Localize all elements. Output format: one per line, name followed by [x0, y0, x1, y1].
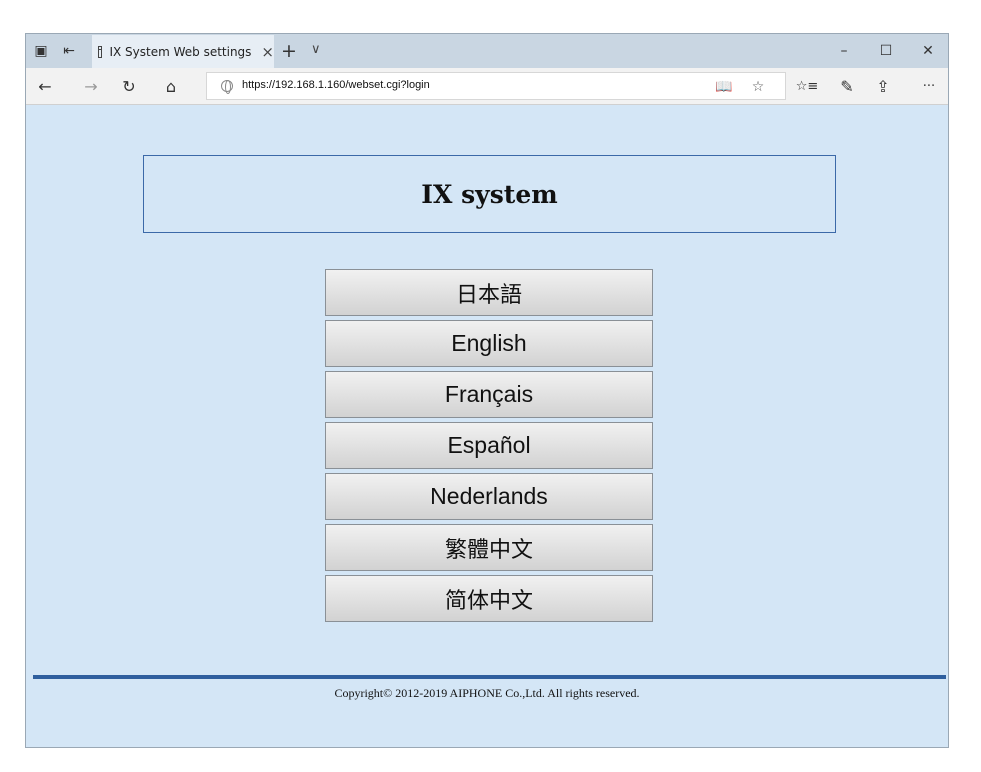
tab-bar: ▣ ⇤ IX System Web settings × + ∨ – ☐ ✕ [26, 34, 948, 69]
language-button-francais[interactable]: Français [325, 371, 653, 418]
language-button-traditional-chinese[interactable]: 繁體中文 [325, 524, 653, 571]
tab-title: IX System Web settings [109, 44, 252, 59]
maximize-button[interactable]: ☐ [870, 40, 902, 62]
favorite-star-icon[interactable]: ☆ [747, 76, 769, 98]
language-list: 日本語 English Français Español Nederlands … [325, 269, 653, 626]
pen-icon[interactable]: ✎ [834, 74, 860, 98]
header-box: IX system [143, 155, 836, 233]
url-text[interactable]: https://192.168.1.160/webset.cgi?login [242, 79, 430, 91]
back-arrow-icon[interactable]: ← [32, 74, 58, 98]
browser-window: ▣ ⇤ IX System Web settings × + ∨ – ☐ ✕ ←… [25, 33, 949, 748]
copyright-text: Copyright© 2012-2019 AIPHONE Co.,Ltd. Al… [334, 686, 640, 700]
share-icon[interactable]: ⇪ [870, 74, 896, 98]
language-button-espanol[interactable]: Español [325, 422, 653, 469]
restore-tabs-icon[interactable]: ⇤ [58, 40, 80, 62]
language-button-nederlands[interactable]: Nederlands [325, 473, 653, 520]
minimize-button[interactable]: – [828, 40, 860, 62]
forward-arrow-icon[interactable]: → [78, 74, 104, 98]
chevron-down-icon[interactable]: ∨ [311, 42, 321, 57]
navigation-bar: ← → ↻ ⌂ https://192.168.1.160/webset.cgi… [26, 68, 948, 105]
footer-divider [33, 675, 946, 679]
tab-ix-system[interactable]: IX System Web settings × [92, 35, 274, 68]
language-button-japanese[interactable]: 日本語 [325, 269, 653, 316]
language-button-simplified-chinese[interactable]: 简体中文 [325, 575, 653, 622]
refresh-icon[interactable]: ↻ [116, 74, 142, 98]
language-button-english[interactable]: English [325, 320, 653, 367]
page-title: IX system [421, 179, 558, 209]
page-content: IX system 日本語 English Français Español N… [26, 105, 948, 747]
home-icon[interactable]: ⌂ [158, 74, 184, 98]
close-tab-icon[interactable]: × [261, 43, 274, 61]
address-bar[interactable]: https://192.168.1.160/webset.cgi?login 📖… [206, 72, 786, 100]
reading-view-icon[interactable]: 📖 [713, 76, 735, 98]
page-icon [98, 45, 103, 58]
globe-icon [221, 80, 233, 94]
new-tab-icon[interactable]: + [281, 40, 297, 62]
close-window-button[interactable]: ✕ [912, 40, 944, 62]
tabs-aside-icon[interactable]: ▣ [30, 40, 52, 62]
favorites-list-icon[interactable]: ☆≡ [794, 74, 820, 98]
more-icon[interactable]: ··· [916, 74, 942, 98]
